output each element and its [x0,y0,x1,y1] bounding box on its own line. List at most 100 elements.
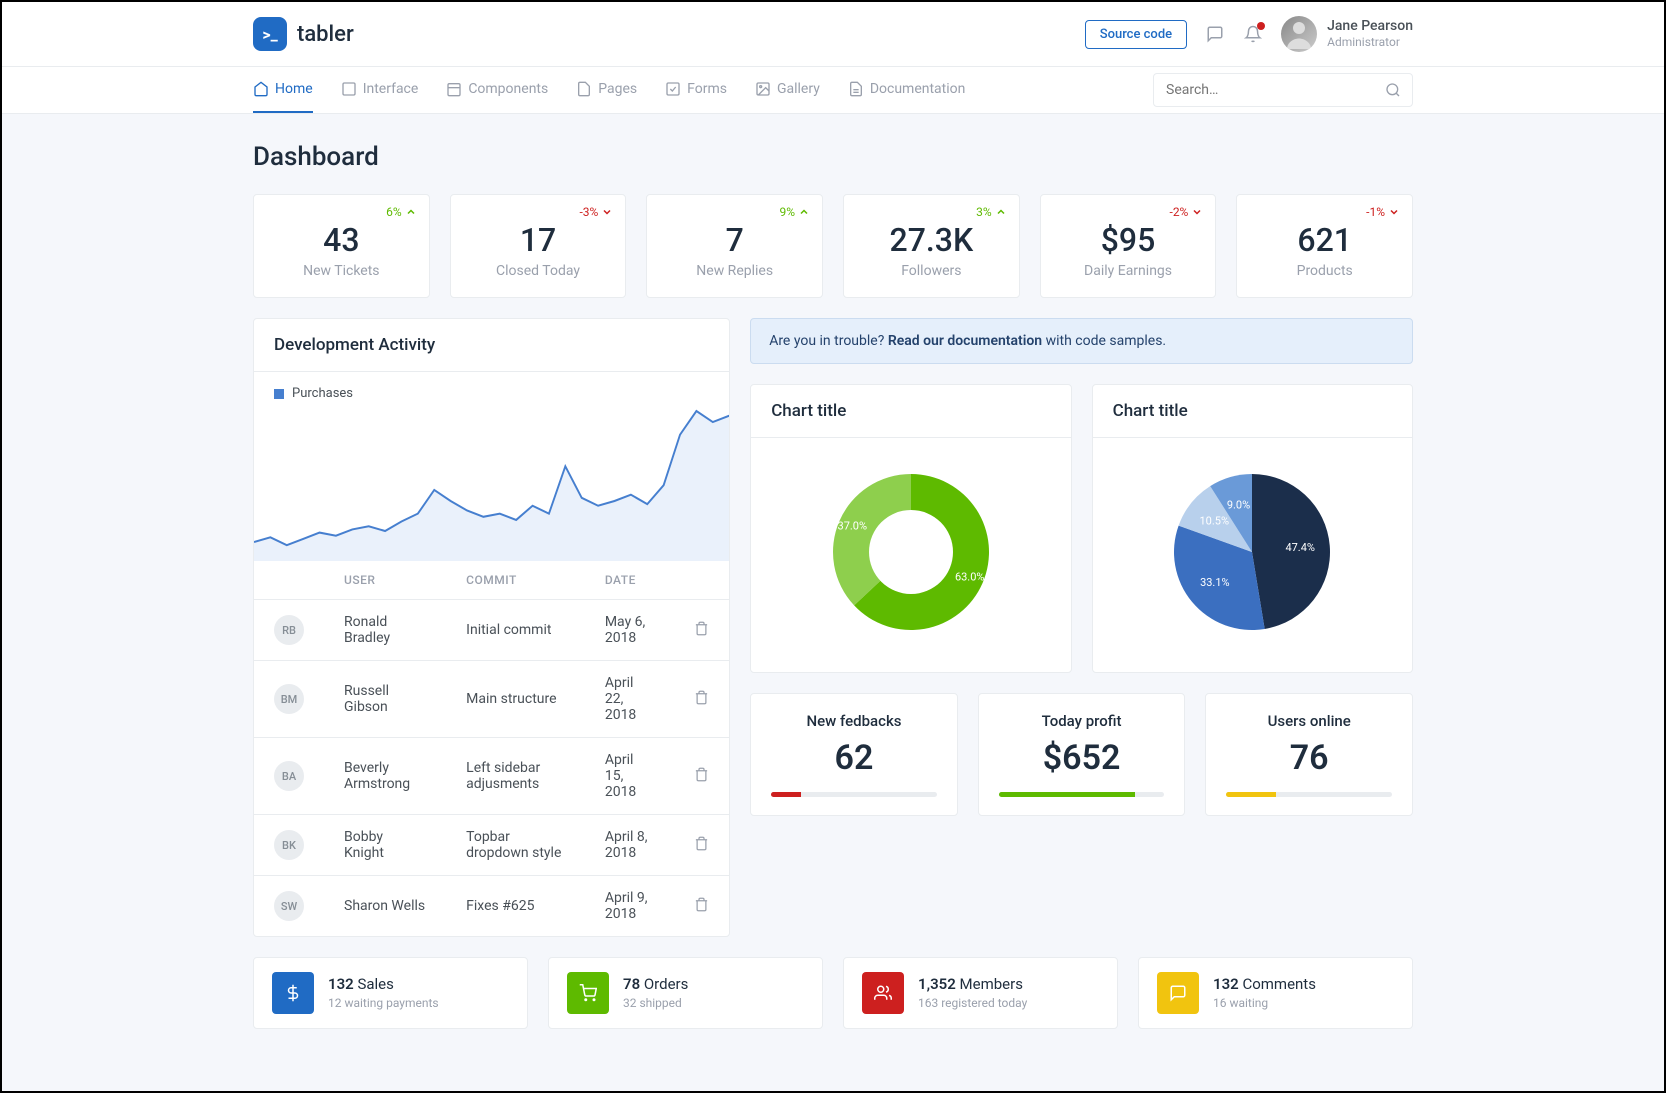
th-user: USER [324,561,446,600]
nav-gallery[interactable]: Gallery [755,67,820,113]
nav-label: Gallery [777,81,820,97]
search [1153,73,1413,107]
stat-card[interactable]: -1% 621Products [1236,194,1413,298]
stat-value: $95 [1059,221,1198,259]
table-row[interactable]: RBRonald BradleyInitial commitMay 6, 201… [254,600,729,661]
nav-label: Home [275,81,313,97]
file-icon [576,81,592,97]
cell-date: April 22, 2018 [585,661,674,738]
chart-legend: Purchases [254,372,729,401]
nav-label: Pages [598,81,637,97]
trash-icon[interactable] [694,900,709,916]
metric-title: New fedbacks [771,712,937,730]
trash-icon[interactable] [694,770,709,786]
cell-user: Beverly Armstrong [324,738,446,815]
search-icon [1385,82,1401,98]
cell-user: Ronald Bradley [324,600,446,661]
alert-bold: Read our documentation [888,333,1042,349]
avatar: RB [274,615,304,645]
footer-main: 78 Orders [623,974,688,995]
stat-pct: 3% [976,205,1007,219]
nav-forms[interactable]: Forms [665,67,727,113]
cell-commit: Left sidebar adjusments [446,738,585,815]
stat-label: Products [1255,263,1394,279]
chevron-up-icon [798,206,810,218]
footer-card[interactable]: 132 Sales12 waiting payments [253,957,528,1029]
stat-pct: 9% [779,205,810,219]
brand-name: tabler [297,22,354,47]
stat-label: Closed Today [469,263,608,279]
metric-card: Today profit$652 [978,693,1186,816]
brand[interactable]: >_ tabler [253,17,354,51]
search-input[interactable] [1153,73,1413,107]
nav-label: Forms [687,81,727,97]
cell-user: Sharon Wells [324,876,446,937]
chevron-up-icon [405,206,417,218]
th-commit: COMMIT [446,561,585,600]
stat-card[interactable]: -2% $95Daily Earnings [1040,194,1217,298]
footer-card[interactable]: 132 Comments16 waiting [1138,957,1413,1029]
messages-icon[interactable] [1205,24,1225,44]
progress-bar [1226,792,1392,797]
topbar: >_ tabler Source code Jane Pearson Admin… [2,2,1664,67]
stat-card[interactable]: -3% 17Closed Today [450,194,627,298]
nav-interface[interactable]: Interface [341,67,419,113]
nav-documentation[interactable]: Documentation [848,67,966,113]
cell-commit: Topbar dropdown style [446,815,585,876]
stat-card[interactable]: 3% 27.3K Followers [843,194,1020,298]
footer-card[interactable]: 78 Orders32 shipped [548,957,823,1029]
table-row[interactable]: BKBobby KnightTopbar dropdown styleApril… [254,815,729,876]
cell-commit: Fixes #625 [446,876,585,937]
progress-bar [771,792,937,797]
calendar-icon [446,81,462,97]
donut-chart-card: Chart title 63.0%37.0% [750,384,1071,673]
stat-value: 27.3K [862,221,1001,259]
metric-card: Users online76 [1205,693,1413,816]
notifications-icon[interactable] [1243,24,1263,44]
footer-card[interactable]: 1,352 Members163 registered today [843,957,1118,1029]
stat-pct: -3% [579,205,613,219]
user-menu[interactable]: Jane Pearson Administrator [1281,16,1413,52]
avatar: BK [274,830,304,860]
nav-home[interactable]: Home [253,67,313,113]
nav-label: Interface [363,81,419,97]
home-icon [253,81,269,97]
footer-main: 1,352 Members [918,974,1027,995]
metric-value: $652 [999,738,1165,778]
alert-prefix: Are you in trouble? [769,333,888,349]
stat-pct: 6% [386,205,417,219]
nav-pages[interactable]: Pages [576,67,637,113]
file-text-icon [848,81,864,97]
stat-value: 43 [272,221,411,259]
nav-label: Components [468,81,548,97]
footer-sub: 163 registered today [918,995,1027,1012]
trash-icon[interactable] [694,693,709,709]
navbar: Home Interface Components Pages Forms Gallery… [2,67,1664,114]
chart1-title: Chart title [771,401,1050,421]
trash-icon[interactable] [694,839,709,855]
pie-label: 10.5% [1200,515,1230,528]
stat-card[interactable]: 9% 7New Replies [646,194,823,298]
legend-label: Purchases [292,386,353,401]
metric-value: 62 [771,738,937,778]
alert-docs[interactable]: Are you in trouble? Read our documentati… [750,318,1413,364]
table-row[interactable]: BMRussell GibsonMain structureApril 22, … [254,661,729,738]
cell-date: May 6, 2018 [585,600,674,661]
table-row[interactable]: BABeverly ArmstrongLeft sidebar adjusmen… [254,738,729,815]
pie-label: 47.4% [1286,541,1316,554]
stat-value: 621 [1255,221,1394,259]
source-code-button[interactable]: Source code [1085,20,1187,49]
pie-label: 33.1% [1200,576,1230,589]
chevron-down-icon [1388,206,1400,218]
cell-date: April 15, 2018 [585,738,674,815]
stat-card[interactable]: 6% 43New Tickets [253,194,430,298]
trash-icon[interactable] [694,624,709,640]
alert-suffix: with code samples. [1042,333,1166,349]
dollar-icon [272,972,314,1014]
nav-components[interactable]: Components [446,67,548,113]
stat-label: Followers [862,263,1001,279]
table-row[interactable]: SWSharon WellsFixes #625April 9, 2018 [254,876,729,937]
stat-label: New Replies [665,263,804,279]
users-icon [862,972,904,1014]
avatar: BM [274,684,304,714]
